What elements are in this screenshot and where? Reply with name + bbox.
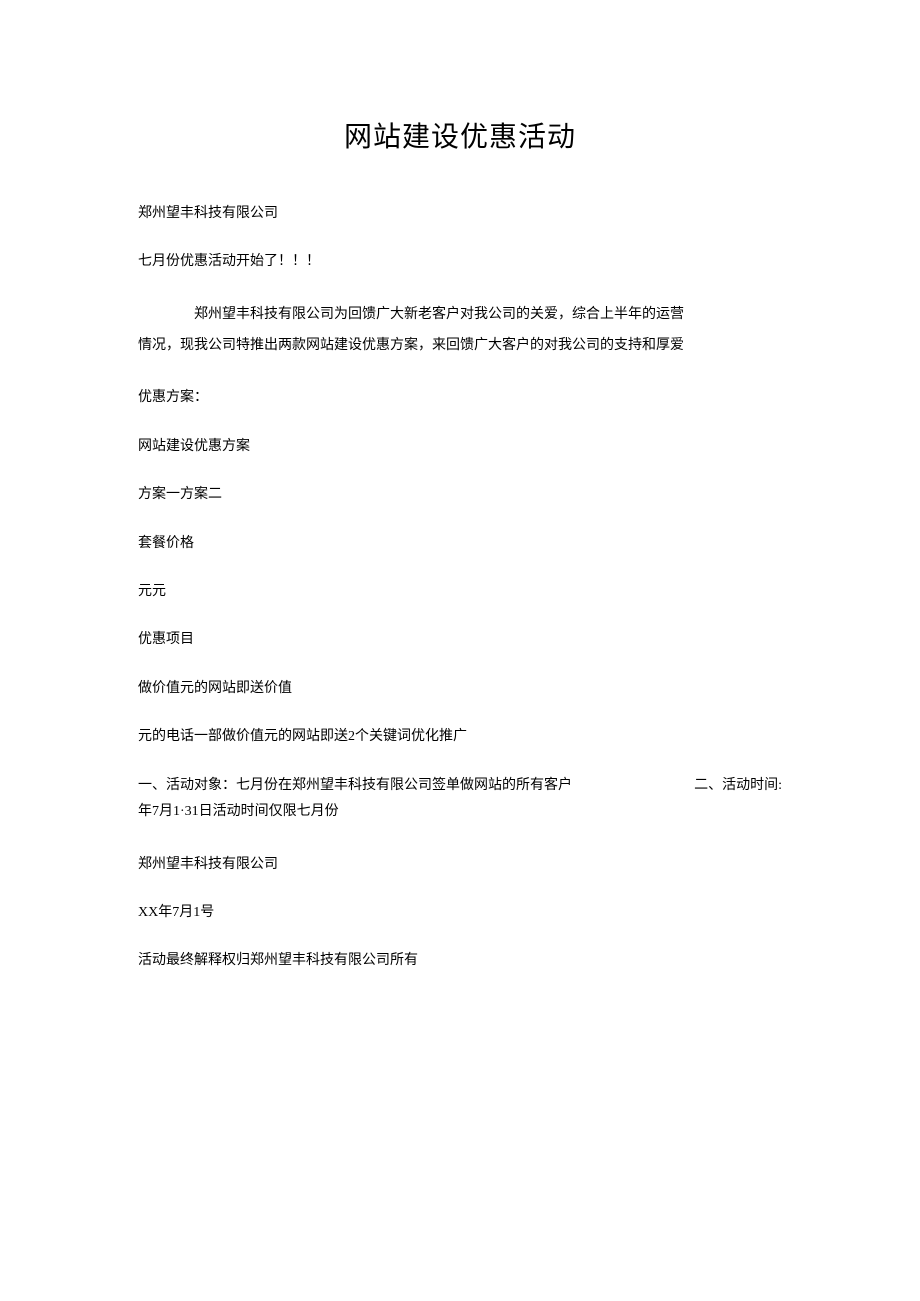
intro-line-2: 情况，现我公司特推出两款网站建设优惠方案，来回馈广大客户的对我公司的支持和厚爱 xyxy=(138,331,782,362)
price-value: 元元 xyxy=(138,581,782,603)
activity-details: 一、活动对象：七月份在郑州望丰科技有限公司签单做网站的所有客户 二、活动时间: … xyxy=(138,775,782,828)
plan-header: 网站建设优惠方案 xyxy=(138,436,782,458)
disclaimer: 活动最终解释权归郑州望丰科技有限公司所有 xyxy=(138,950,782,972)
promo-line-2: 元的电话一部做价值元的网站即送2个关键词优化推广 xyxy=(138,726,782,748)
activity-time-label: 二、活动时间: xyxy=(694,775,782,797)
document-title: 网站建设优惠活动 xyxy=(138,115,782,155)
intro-paragraph: 郑州望丰科技有限公司为回馈广大新老客户对我公司的关爱，综合上半年的运营 情况，现… xyxy=(138,300,782,362)
signoff-date: XX年7月1号 xyxy=(138,902,782,924)
signoff-company: 郑州望丰科技有限公司 xyxy=(138,854,782,876)
price-label: 套餐价格 xyxy=(138,533,782,555)
promo-label: 优惠项目 xyxy=(138,629,782,651)
plan-label: 优惠方案： xyxy=(138,387,782,409)
activity-time-value: 年7月1·31日活动时间仅限七月份 xyxy=(138,797,782,828)
intro-line-1: 郑州望丰科技有限公司为回馈广大新老客户对我公司的关爱，综合上半年的运营 xyxy=(138,300,782,331)
company-name: 郑州望丰科技有限公司 xyxy=(138,203,782,225)
announcement: 七月份优惠活动开始了！！！ xyxy=(138,251,782,273)
promo-line-1: 做价值元的网站即送价值 xyxy=(138,678,782,700)
plan-options: 方案一方案二 xyxy=(138,484,782,506)
activity-target: 一、活动对象：七月份在郑州望丰科技有限公司签单做网站的所有客户 xyxy=(138,775,694,797)
